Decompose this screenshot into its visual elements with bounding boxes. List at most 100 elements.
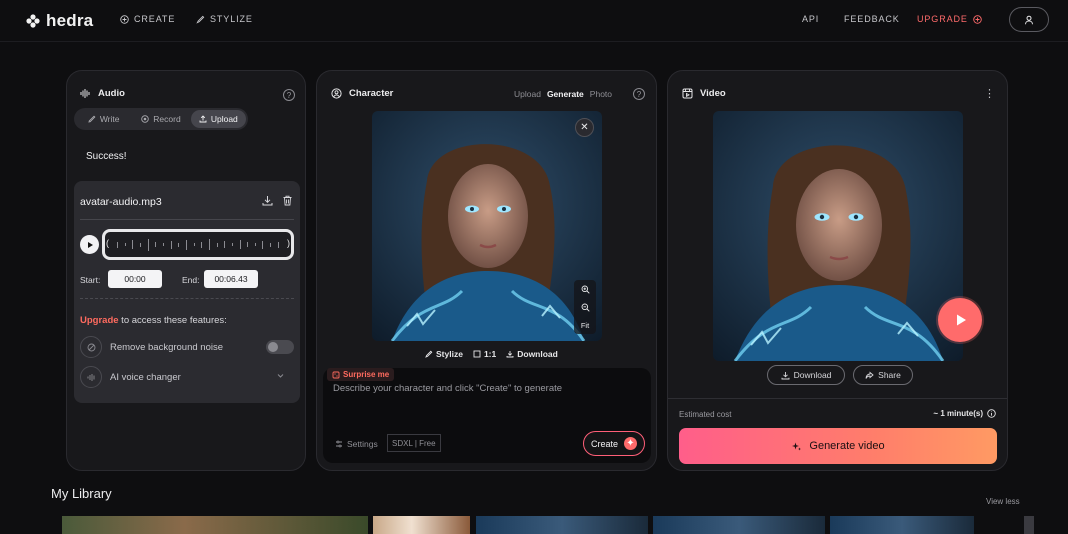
download-label: Download <box>517 349 558 359</box>
library-scrollbar[interactable] <box>1024 516 1034 534</box>
feature-remove-noise-label: Remove background noise <box>110 341 224 353</box>
nav-api-label: API <box>802 14 820 24</box>
share-icon <box>865 371 874 380</box>
nav-upgrade-label: UPGRADE <box>917 14 968 24</box>
fit-button[interactable]: Fit <box>581 321 589 330</box>
library-thumbnail[interactable] <box>373 516 470 534</box>
prompt-placeholder[interactable]: Describe your character and click "Creat… <box>333 383 562 394</box>
zoom-in-icon[interactable] <box>581 285 590 294</box>
record-icon <box>141 115 150 123</box>
generate-video-button[interactable]: Generate video <box>679 428 997 464</box>
nav-stylize[interactable]: STYLIZE <box>196 14 253 24</box>
noise-removal-icon <box>80 336 102 358</box>
aspect-ratio-button[interactable]: 1:1 <box>473 349 496 359</box>
download-video-label: Download <box>793 370 832 380</box>
create-button[interactable]: Create ✦ <box>583 431 645 456</box>
sparkle-icon <box>791 441 802 452</box>
top-navigation: hedra CREATE STYLIZE API FEEDBACK UPGRAD… <box>0 0 1068 42</box>
audio-play-button[interactable] <box>80 235 99 254</box>
aspect-ratio-label: 1:1 <box>483 349 497 359</box>
tab-upload[interactable]: Upload <box>190 110 246 128</box>
nav-create-label: CREATE <box>134 14 176 24</box>
nav-create[interactable]: CREATE <box>120 14 175 24</box>
tab-write[interactable]: Write <box>76 110 131 128</box>
video-play-button[interactable] <box>938 298 982 342</box>
tab-generate-character[interactable]: Generate <box>547 89 584 99</box>
download-icon[interactable] <box>260 193 274 207</box>
play-icon <box>951 311 969 329</box>
character-source-tabs: Upload Generate Photo <box>514 89 612 99</box>
library-thumbnail[interactable] <box>476 516 648 534</box>
close-image-button[interactable]: ✕ <box>575 118 594 137</box>
zoom-controls: Fit <box>574 280 596 334</box>
tab-write-label: Write <box>99 114 120 124</box>
video-preview[interactable] <box>713 111 963 361</box>
tab-record-label: Record <box>153 114 181 124</box>
image-toolbar: Stylize 1:1 Download <box>425 349 558 359</box>
tab-upload-label: Upload <box>210 114 238 124</box>
help-icon[interactable]: ? <box>633 88 645 100</box>
tab-upload-character[interactable]: Upload <box>514 89 541 99</box>
stylize-label: Stylize <box>436 349 463 359</box>
trash-icon[interactable] <box>280 193 294 207</box>
feature-voice-changer: AI voice changer <box>80 365 181 389</box>
audio-filename: avatar-audio.mp3 <box>80 196 162 208</box>
end-time-input[interactable]: 00:06.43 <box>204 270 258 288</box>
nav-api[interactable]: API <box>802 14 819 24</box>
video-panel: Video ⋮ Download Share Estimated cost ~ … <box>667 70 1008 471</box>
audio-waveform-trimmer[interactable]: ( ) <box>102 229 294 260</box>
download-image-button[interactable]: Download <box>506 349 558 359</box>
tab-photo-character[interactable]: Photo <box>590 89 612 99</box>
library-thumbnail[interactable] <box>830 516 974 534</box>
settings-button[interactable]: Settings <box>335 439 378 449</box>
end-label: End: <box>182 275 200 285</box>
audio-title-text: Audio <box>98 88 125 99</box>
feature-voice-changer-label: AI voice changer <box>110 371 181 383</box>
library-thumbnail[interactable] <box>62 516 368 534</box>
dice-icon <box>332 371 340 379</box>
logo-icon <box>26 14 40 28</box>
create-label: Create <box>590 438 618 449</box>
sliders-icon <box>335 440 343 448</box>
audio-mode-tabs: Write Record Upload <box>74 108 248 130</box>
upgrade-link[interactable]: Upgrade <box>80 315 119 326</box>
model-badge[interactable]: SDXL | Free <box>387 434 441 452</box>
audio-panel-title: Audio <box>80 88 125 99</box>
stylize-button[interactable]: Stylize <box>425 349 463 359</box>
audio-file-card: avatar-audio.mp3 ( ) Start: 00:00 End: 0… <box>74 181 300 403</box>
character-prompt-box[interactable]: Surprise me Describe your character and … <box>323 368 651 463</box>
download-video-button[interactable]: Download <box>767 365 845 385</box>
user-circle-icon <box>331 88 342 99</box>
video-title-text: Video <box>700 88 726 99</box>
zoom-out-icon[interactable] <box>581 303 590 312</box>
tab-record[interactable]: Record <box>133 110 188 128</box>
nav-upgrade[interactable]: UPGRADE <box>917 14 982 24</box>
chevron-down-icon[interactable] <box>276 371 285 380</box>
more-options-icon[interactable]: ⋮ <box>984 87 995 100</box>
hedra-logo[interactable]: hedra <box>26 11 93 31</box>
trim-handle-right-icon[interactable]: ) <box>287 238 290 248</box>
trim-handle-left-icon[interactable]: ( <box>106 238 109 248</box>
settings-label: Settings <box>347 439 378 449</box>
download-icon <box>781 371 790 380</box>
nav-feedback-label: FEEDBACK <box>844 14 900 24</box>
share-video-button[interactable]: Share <box>853 365 913 385</box>
download-icon <box>506 350 514 358</box>
user-menu-button[interactable] <box>1009 7 1049 32</box>
info-icon[interactable] <box>987 409 996 418</box>
nav-feedback[interactable]: FEEDBACK <box>844 14 900 24</box>
help-icon[interactable]: ? <box>283 89 295 101</box>
surprise-me-button[interactable]: Surprise me <box>327 368 395 381</box>
library-thumbnail[interactable] <box>653 516 825 534</box>
character-image <box>372 111 602 341</box>
view-less-link[interactable]: View less <box>986 497 1020 506</box>
remove-noise-toggle[interactable] <box>266 340 294 354</box>
upload-status: Success! <box>86 151 127 162</box>
waveform-bars <box>117 232 279 257</box>
aspect-ratio-icon <box>473 350 481 358</box>
pen-icon <box>88 115 96 123</box>
upgrade-note: Upgrade to access these features: <box>80 315 227 326</box>
character-panel: Character Upload Generate Photo ? ✕ Fit <box>316 70 657 471</box>
start-time-input[interactable]: 00:00 <box>108 270 162 288</box>
voice-changer-icon <box>80 366 102 388</box>
